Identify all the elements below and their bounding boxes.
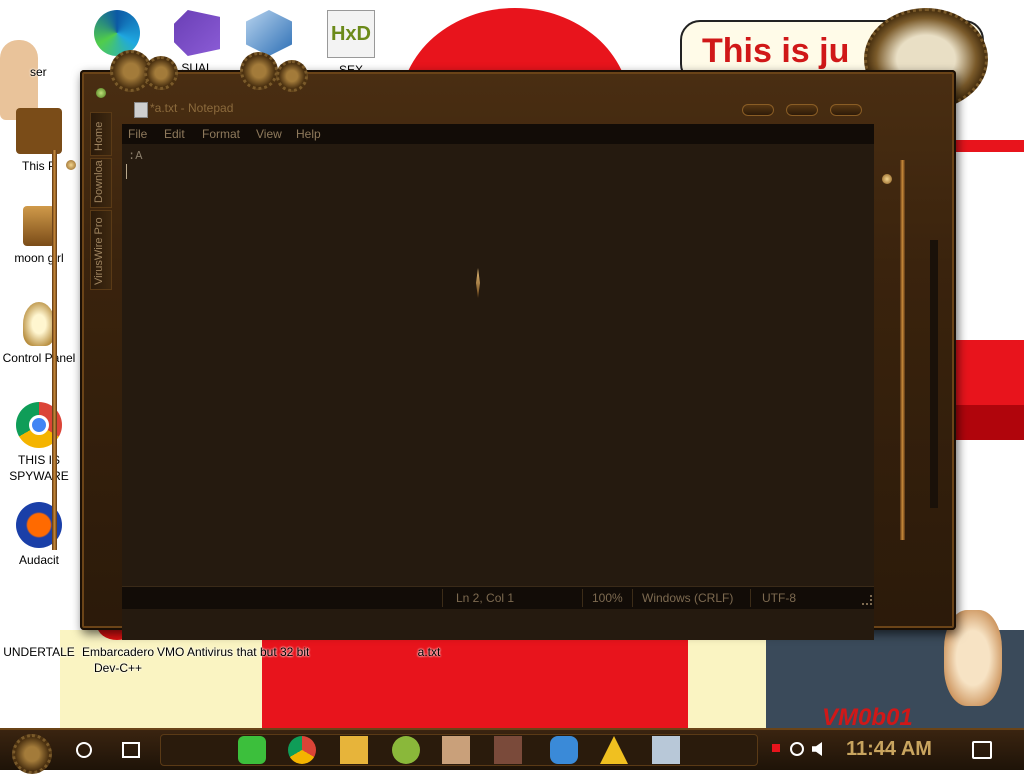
desktop-icon-label: a.txt — [417, 645, 441, 659]
status-divider — [632, 589, 633, 607]
desktop-icon-control-panel[interactable]: Control Panel — [0, 302, 78, 366]
menu-format[interactable]: Format — [202, 127, 240, 141]
status-divider — [582, 589, 583, 607]
status-divider — [442, 589, 443, 607]
status-bar: Ln 2, Col 1 100% Windows (CRLF) UTF-8 — [122, 586, 874, 609]
desktop-icon-label: Audacit — [18, 553, 60, 567]
volume-muted-icon[interactable] — [812, 742, 822, 756]
vertical-scrollbar[interactable] — [930, 240, 938, 508]
menu-edit[interactable]: Edit — [164, 127, 185, 141]
wallpaper-banner-text: This is ju — [702, 32, 850, 70]
text-editor[interactable]: :A — [122, 144, 938, 640]
wallpaper-dark-red-strip — [956, 405, 1024, 440]
cursor-icon — [476, 268, 480, 298]
edge-icon — [94, 10, 140, 56]
desktop-icon-label: UNDERTALE — [3, 645, 75, 659]
wallpaper-red-top-right — [956, 140, 1024, 152]
face-icon[interactable] — [442, 736, 470, 764]
menu-bar: File Edit Format View Help — [122, 124, 874, 144]
close-button[interactable] — [830, 104, 862, 116]
chrome-icon[interactable] — [288, 736, 316, 764]
side-tab-label: Downloa — [93, 160, 105, 203]
notepad-icon[interactable] — [652, 736, 680, 764]
menu-file[interactable]: File — [128, 127, 147, 141]
desktop-icon-undertale[interactable]: UNDERTALE — [0, 600, 78, 660]
notepad-window[interactable]: *a.txt - Notepad Home Downloa VirusWire … — [52, 50, 956, 640]
pipe-decoration — [900, 160, 905, 540]
side-tab-label: VirusWire Pro — [93, 217, 105, 285]
hxd-icon: HxD — [327, 10, 375, 58]
side-tab-home[interactable]: Home — [90, 112, 112, 156]
desktop-icon-label: Embarcadero Dev-C++ — [81, 645, 155, 675]
desktop-icon-label: Control Panel — [2, 351, 76, 365]
desktop-icon-label: moon girl — [14, 251, 64, 265]
status-divider — [750, 589, 751, 607]
menu-orb-icon[interactable] — [96, 88, 106, 98]
side-tab-label: Home — [93, 121, 105, 151]
chat-icon[interactable] — [238, 736, 266, 764]
text-caret — [126, 164, 127, 179]
desktop-icon-label: ser — [30, 65, 47, 79]
desktop-icon-label: that but 32 bit — [236, 645, 310, 659]
folder-icon — [23, 206, 55, 246]
bolt-icon — [882, 174, 892, 184]
cloud-icon[interactable] — [550, 736, 578, 764]
desktop-icon-virtualbox[interactable] — [230, 10, 308, 56]
portrait-icon[interactable] — [494, 736, 522, 764]
window-title: *a.txt - Notepad — [150, 101, 234, 115]
desktop-icon-moon-girl[interactable]: moon girl — [0, 206, 78, 266]
status-line-ending: Windows (CRLF) — [642, 591, 734, 605]
desktop-icon-hxd[interactable]: HxD SEX — [312, 10, 390, 78]
bolt-icon — [66, 160, 76, 170]
status-encoding: UTF-8 — [762, 591, 796, 605]
desktop-icon-label: VMO Antivirus — [156, 645, 234, 659]
pipe-decoration — [52, 150, 57, 550]
taskbar-clock[interactable]: 11:44 AM — [846, 738, 932, 761]
gear-icon — [276, 60, 308, 92]
side-tab-downloads[interactable]: Downloa — [90, 158, 112, 208]
task-view-icon[interactable] — [122, 742, 140, 758]
side-tab-viruswire-pro[interactable]: VirusWire Pro — [90, 210, 112, 290]
notepad-icon — [134, 102, 148, 118]
start-button[interactable] — [12, 734, 52, 774]
virtualbox-icon — [246, 10, 292, 56]
desktop-icon-audacity[interactable]: Audacit — [0, 502, 78, 568]
network-icon[interactable] — [790, 742, 804, 756]
status-zoom: 100% — [592, 591, 623, 605]
editor-content: :A — [128, 149, 143, 163]
desktop-icon-label: THIS IS SPYWARE — [9, 453, 69, 483]
wallpaper-white-right — [956, 140, 1024, 520]
wallpaper-cream-bottom-mid — [688, 632, 766, 728]
lightbulb-icon — [23, 302, 55, 346]
gear-icon — [240, 52, 278, 90]
maximize-button[interactable] — [786, 104, 818, 116]
taskbar: 11:44 AM — [0, 728, 1024, 774]
notification-icon[interactable] — [972, 741, 992, 759]
menu-view[interactable]: View — [256, 127, 282, 141]
minimize-button[interactable] — [742, 104, 774, 116]
menu-help[interactable]: Help — [296, 127, 321, 141]
computer-icon — [16, 108, 62, 154]
unity-icon — [19, 600, 59, 640]
status-position: Ln 2, Col 1 — [456, 591, 515, 605]
title-bar[interactable]: *a.txt - Notepad — [120, 96, 956, 122]
wallpaper-red-bottom — [262, 632, 688, 728]
resize-grip-icon[interactable] — [862, 595, 872, 605]
settings-icon[interactable] — [392, 736, 420, 764]
cortana-icon[interactable] — [76, 742, 92, 758]
folder-icon[interactable] — [340, 736, 368, 764]
gear-icon — [144, 56, 178, 90]
desktop-icon-chrome[interactable]: THIS IS SPYWARE — [0, 402, 78, 484]
tray-chevron-icon[interactable] — [772, 744, 780, 752]
visual-studio-icon — [174, 10, 220, 56]
